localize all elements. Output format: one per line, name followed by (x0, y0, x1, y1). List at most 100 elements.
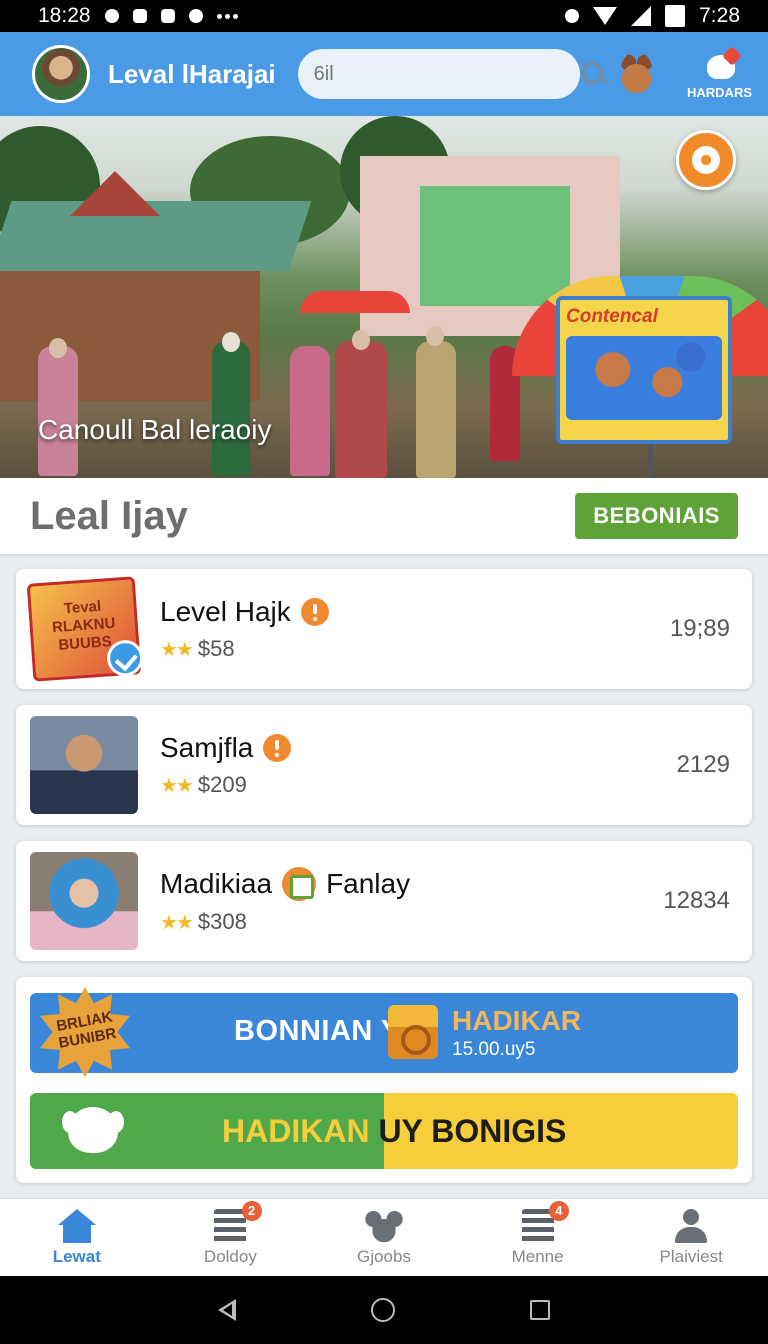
status-right: 7:28 (565, 4, 740, 28)
profile-avatar[interactable] (32, 45, 90, 103)
list-item-name: Samjfla (160, 732, 254, 763)
promo-side-title: HADIKAR (452, 1005, 582, 1036)
nav-item-menu[interactable]: 4 Menne (461, 1200, 615, 1267)
person-icon (672, 1208, 710, 1245)
dog-icon (62, 1107, 124, 1153)
bottom-navigation: Lewat 2 Doldoy Gjoobs 4 Menne Plaiviest (0, 1198, 768, 1276)
promo-split-text: HADIKAN UY BONIGIS (222, 1113, 566, 1150)
back-icon[interactable] (217, 1299, 236, 1321)
user-photo (30, 852, 138, 950)
list-item[interactable]: Samjfla ★★ $209 2129 (16, 705, 752, 825)
more-notifications-icon (216, 13, 238, 19)
app-title: Leval lHarajai (108, 58, 276, 89)
status-bar: 18:28 7:28 (0, 0, 768, 32)
system-home-icon[interactable] (370, 1298, 395, 1322)
hero-house-wall (420, 186, 570, 306)
mascot-icon (364, 1208, 403, 1245)
list-item-name: Madikiaa (160, 868, 273, 899)
search-bar[interactable] (297, 49, 603, 99)
hero-poster: Contencal (556, 296, 732, 444)
nav-item-profile[interactable]: Plaiviest (614, 1208, 768, 1267)
flower-icon (692, 146, 720, 174)
promo-banner-split[interactable]: HADIKAN UY BONIGIS (30, 1093, 738, 1169)
hero-person (290, 346, 330, 476)
star-rating-icon: ★★ (160, 911, 194, 934)
nav-item-home[interactable]: Lewat (0, 1208, 154, 1267)
promo-banner-blue[interactable]: BRLIAK BUNIBR BONNIAN Y HADIKAR 15.00.uy… (30, 987, 738, 1077)
calculator-icon (282, 867, 317, 901)
main-content: Leal Ijay BEBONIAIS Teval RLAKNU BUUBS L… (0, 478, 768, 1198)
hero-person-head (49, 338, 67, 358)
alert-icon (300, 598, 329, 626)
gift-box-icon (388, 1005, 438, 1059)
list-item-count: 19;89 (669, 615, 730, 642)
rewards-button[interactable]: HARDARS (687, 49, 752, 100)
search-input[interactable] (313, 62, 579, 86)
hero-person-head (222, 332, 240, 352)
promo-side-subtitle: 15.00.uy5 (452, 1039, 536, 1060)
media-notification-icon (188, 9, 203, 23)
nav-label: Plaiviest (659, 1246, 723, 1266)
hero-person (335, 341, 387, 478)
hero-person-head (426, 326, 444, 346)
hero-person (38, 346, 78, 476)
nav-label: Doldoy (203, 1246, 257, 1266)
list-item-price: $209 (197, 772, 247, 797)
system-navigation-bar (0, 1276, 768, 1344)
photo-notification-icon (160, 9, 175, 23)
section-title: Leal Ijay (30, 493, 188, 538)
star-rating-icon: ★★ (160, 774, 194, 797)
promo-split-text-a: HADIKAN (222, 1113, 379, 1149)
list-item-count: 2129 (676, 751, 730, 778)
hero-poster-title: Contencal (566, 306, 658, 327)
hero-poster-art (566, 336, 722, 420)
alarm-icon (565, 9, 580, 23)
list-item-subtitle: ★★ $58 (160, 636, 670, 662)
list-item-name: Level Hajk (160, 596, 291, 627)
home-icon (57, 1208, 96, 1245)
rewards-label: HARDARS (687, 84, 752, 100)
rewards-icon (701, 49, 739, 83)
verified-check-icon (105, 638, 145, 678)
list-item-title-row: Samjfla (160, 732, 677, 764)
sync-icon (104, 9, 119, 23)
star-rating-icon: ★★ (160, 638, 194, 661)
user-photo (30, 716, 138, 814)
list-item-body: Madikiaa Fanlay ★★ $308 (160, 867, 663, 935)
promo-main-text: BONNIAN Y (234, 1015, 401, 1047)
level-badge-thumbnail: Teval RLAKNU BUUBS (26, 576, 145, 682)
list-item-count: 12834 (663, 887, 730, 914)
signal-icon (631, 6, 652, 26)
hero-banner[interactable]: Contencal Canoull Bal leraoiy (0, 116, 768, 478)
list-item-subtitle: ★★ $308 (160, 909, 663, 935)
nav-item-list[interactable]: 2 Doldoy (154, 1200, 308, 1267)
hero-roof (0, 201, 312, 271)
hero-action-button[interactable] (676, 130, 736, 190)
app-header: Leval lHarajai HARDARS (0, 32, 768, 116)
hero-person (212, 341, 250, 476)
nav-item-groups[interactable]: Gjoobs (307, 1208, 461, 1267)
hero-caption: Canoull Bal leraoiy (38, 414, 272, 445)
hero-small-umbrella (300, 291, 410, 313)
leaderboard-list: Teval RLAKNU BUUBS Level Hajk ★★ $58 19;… (0, 554, 768, 961)
list-item-body: Level Hajk ★★ $58 (160, 596, 670, 662)
alert-icon (263, 734, 292, 762)
list-item[interactable]: Teval RLAKNU BUUBS Level Hajk ★★ $58 19;… (16, 569, 752, 689)
promo-split-text-b: UY BONIGIS (378, 1113, 567, 1149)
nav-label: Lewat (52, 1246, 101, 1266)
list-item-title-row: Madikiaa Fanlay (160, 867, 663, 901)
nav-label: Menne (511, 1246, 564, 1266)
list-item-price: $58 (197, 636, 235, 661)
bonus-button[interactable]: BEBONIAIS (575, 493, 738, 539)
list-item-title-row: Level Hajk (160, 596, 670, 628)
list-item[interactable]: Madikiaa Fanlay ★★ $308 12834 (16, 841, 752, 961)
hero-person-head (352, 330, 370, 350)
hero-person (416, 341, 456, 478)
battery-icon (665, 5, 686, 27)
bear-mascot-icon[interactable] (619, 51, 653, 97)
list-item-extra: Fanlay (326, 868, 411, 899)
recents-icon[interactable] (530, 1300, 551, 1320)
nav-label: Gjoobs (357, 1246, 411, 1266)
list-item-subtitle: ★★ $209 (160, 772, 677, 798)
status-time: 18:28 (38, 4, 91, 27)
